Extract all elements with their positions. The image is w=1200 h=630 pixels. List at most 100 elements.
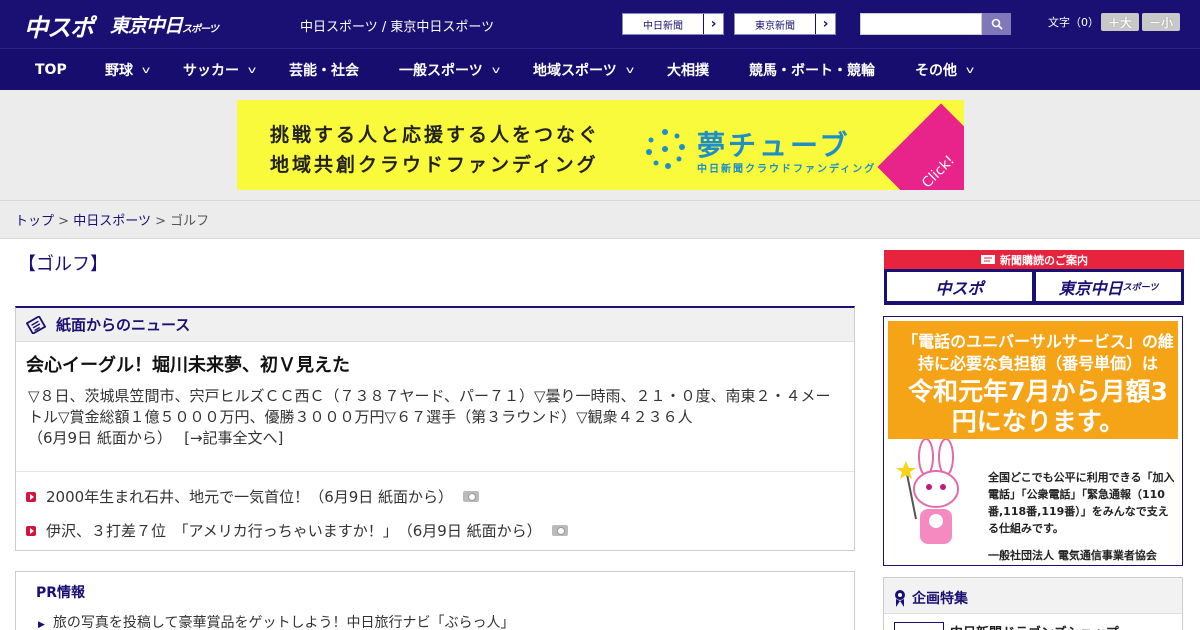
nav-soccer-label: サッカー — [183, 63, 239, 79]
font-bigger-button[interactable]: ＋大 — [1101, 13, 1139, 31]
news-item-title: 伊沢、３打差７位 「アメリカ行っちゃいますか！」 — [46, 522, 398, 540]
breadcrumb-current: ゴルフ — [170, 214, 210, 229]
search-input[interactable] — [860, 13, 982, 35]
news-item-title: 2000年生まれ石井、地元で一気首位！ — [46, 488, 310, 506]
nav-top[interactable]: TOP — [35, 49, 67, 91]
news-item-date: （6月9日 紙面から） — [309, 488, 454, 506]
nav-soccer[interactable]: サッカー v — [183, 49, 257, 91]
lead-article-text: ▽８日、茨城県笠間市、宍戸ヒルズＣＣ西Ｃ（７３８７ヤード、パー７１）▽曇り一時雨… — [28, 387, 831, 426]
lead-article-title[interactable]: 会心イーグル！堀川未来夢、初Ｖ見えた — [26, 351, 350, 377]
subscribe-tokyo-small: スポーツ — [1122, 283, 1159, 293]
banner-brand: 夢チューブ — [697, 129, 851, 162]
subscribe-chuspo-button[interactable]: 中スポ — [887, 272, 1032, 301]
font-smaller-button[interactable]: －小 — [1142, 13, 1180, 31]
nav-entertainment-label: 芸能・社会 — [289, 63, 359, 79]
feature-box-header: 企画特集 — [894, 588, 968, 608]
camera-icon — [463, 491, 480, 502]
subscribe-tokyo-button[interactable]: 東京中日 スポーツ — [1036, 272, 1181, 301]
lead-article-date: （6月9日 紙面から） — [28, 429, 165, 447]
divider — [16, 471, 854, 472]
chunichi-shimbun-label: 中日新聞 — [643, 20, 683, 32]
ribbon-icon — [895, 590, 905, 607]
subscription-title: 新聞購読のご案内 — [1000, 253, 1088, 267]
feature-box: 企画特集 中日新聞ドラゴンズショップ — [883, 577, 1183, 630]
universal-line3: 全国どこでも公平に利用できる「加入電話」「公衆電話」「緊急通報（110番,118… — [988, 471, 1175, 535]
banner-area: 挑戦する人と応援する人をつなぐ 地域共創クラウドファンディング 夢チューブ 中日… — [0, 90, 1200, 201]
chevron-down-icon: v — [965, 64, 975, 76]
nav-entertainment[interactable]: 芸能・社会 — [289, 49, 359, 91]
nav-racing-label: 競馬・ボート・競輪 — [749, 63, 875, 79]
chuspo-logo[interactable]: 中スポ — [24, 8, 94, 43]
subscribe-tokyo-label: 東京中日 — [1058, 278, 1123, 298]
nav-general-sports-label: 一般スポーツ — [399, 63, 483, 79]
chevron-down-icon: v — [141, 64, 151, 76]
nav-other[interactable]: その他 v — [915, 49, 975, 91]
chevron-right-icon: › — [815, 14, 835, 34]
nav-baseball[interactable]: 野球 v — [105, 49, 151, 91]
feature-item-title: 中日新聞ドラゴンズショップ — [950, 622, 1119, 630]
nav-sumo[interactable]: 大相撲 — [667, 49, 709, 91]
pr-box: PR情報 ▶ 旅の写真を投稿して豪華賞品をゲットしよう！中日旅行ナビ「ぶらっ人」 — [15, 571, 855, 630]
chevron-down-icon: v — [625, 64, 634, 76]
pr-list-item[interactable]: ▶ 旅の写真を投稿して豪華賞品をゲットしよう！中日旅行ナビ「ぶらっ人」 — [38, 612, 515, 630]
chevron-down-icon: v — [247, 64, 257, 76]
banner-line1: 挑戦する人と応援する人をつなぐ — [270, 124, 601, 146]
banner-line2: 地域共創クラウドファンディング — [270, 154, 599, 176]
banner-brand-sub: 中日新聞クラウドファンディング — [697, 164, 877, 175]
ticket-icon — [981, 255, 995, 264]
chevron-right-icon: › — [703, 14, 723, 34]
breadcrumb: トップ > 中日スポーツ > ゴルフ — [15, 210, 209, 229]
font-size-label: 文字（0） — [1048, 16, 1099, 29]
triangle-bullet-icon: ▶ — [38, 620, 45, 630]
feature-item[interactable]: 中日新聞ドラゴンズショップ — [884, 613, 1182, 630]
arrow-bullet-icon — [26, 491, 36, 502]
search-form — [860, 13, 1011, 35]
lead-article-body: ▽８日、茨城県笠間市、宍戸ヒルズＣＣ西Ｃ（７３８７ヤード、パー７１）▽曇り一時雨… — [28, 386, 838, 449]
top-header: 中スポ 東京中日スポーツ 中日スポーツ / 東京中日スポーツ 中日新聞 › 東京… — [0, 0, 1200, 48]
camera-icon — [551, 525, 568, 536]
breadcrumb-top[interactable]: トップ — [15, 214, 54, 229]
nav-general-sports[interactable]: 一般スポーツ v — [399, 49, 500, 91]
nav-baseball-label: 野球 — [105, 63, 133, 79]
news-list-item[interactable]: 2000年生まれ石井、地元で一気首位！ （6月9日 紙面から） — [26, 486, 480, 507]
search-icon — [991, 18, 1003, 30]
page-title: 【ゴルフ】 — [18, 254, 108, 275]
universal-service-panel: 「電話のユニバーサルサービス」の維持に必要な負担額（番号単価）は 令和元年7月か… — [888, 321, 1178, 562]
news-item-date: （6月9日 紙面から） — [397, 522, 542, 540]
tokyo-logo-small: スポーツ — [182, 24, 219, 35]
universal-org: 一般社団法人 電気通信事業者協会 — [988, 549, 1157, 562]
tokyo-logo-text: 東京中日 — [110, 15, 183, 37]
nav-local-sports[interactable]: 地域スポーツ v — [533, 49, 634, 91]
main-nav: TOP 野球 v サッカー v 芸能・社会 一般スポーツ v 地域スポーツ v 大相撲 … — [0, 48, 1200, 90]
tokyo-chunichi-sports-logo[interactable]: 東京中日スポーツ — [110, 11, 219, 38]
breadcrumb-section[interactable]: 中日スポーツ — [73, 214, 151, 229]
nav-top-label: TOP — [35, 62, 67, 78]
chunichi-shimbun-link[interactable]: 中日新聞 › — [622, 13, 724, 35]
feature-thumbnail — [894, 622, 944, 630]
nav-local-sports-label: 地域スポーツ — [533, 63, 617, 79]
nav-racing[interactable]: 競馬・ボート・競輪 — [749, 49, 875, 91]
rabbit-mascot-icon — [896, 439, 959, 544]
site-name-link[interactable]: 中日スポーツ / 東京中日スポーツ — [300, 16, 494, 35]
yume-tube-banner[interactable]: 挑戦する人と応援する人をつなぐ 地域共創クラウドファンディング 夢チューブ 中日… — [237, 100, 964, 190]
universal-line2: 令和元年7月から月額3円になります。 — [908, 377, 1168, 436]
pr-item-text: 旅の写真を投稿して豪華賞品をゲットしよう！中日旅行ナビ「ぶらっ人」 — [52, 615, 515, 630]
universal-line1: 「電話のユニバーサルサービス」の維持に必要な負担額（番号単価）は — [902, 332, 1174, 373]
tokyo-shimbun-link[interactable]: 東京新聞 › — [734, 13, 836, 35]
feature-box-title: 企画特集 — [912, 591, 968, 607]
subscription-box: 新聞購読のご案内 中スポ 東京中日 スポーツ — [884, 250, 1184, 305]
pr-box-title: PR情報 — [36, 585, 86, 601]
nav-other-label: その他 — [915, 63, 957, 79]
tokyo-shimbun-label: 東京新聞 — [755, 20, 795, 32]
read-more-link[interactable]: [→記事全文へ] — [184, 429, 283, 447]
universal-service-ad[interactable]: 「電話のユニバーサルサービス」の維持に必要な負担額（番号単価）は 令和元年7月か… — [883, 316, 1183, 566]
news-box-title: 紙面からのニュース — [56, 316, 191, 334]
news-list-item[interactable]: 伊沢、３打差７位 「アメリカ行っちゃいますか！」 （6月9日 紙面から） — [26, 520, 568, 541]
nav-sumo-label: 大相撲 — [667, 63, 709, 79]
dot-circle-icon — [646, 129, 685, 169]
breadcrumb-sep: > — [58, 214, 70, 229]
newspaper-icon — [26, 315, 46, 334]
search-button[interactable] — [982, 13, 1011, 35]
news-box-header: 紙面からのニュース — [16, 308, 854, 342]
chevron-down-icon: v — [491, 64, 500, 76]
